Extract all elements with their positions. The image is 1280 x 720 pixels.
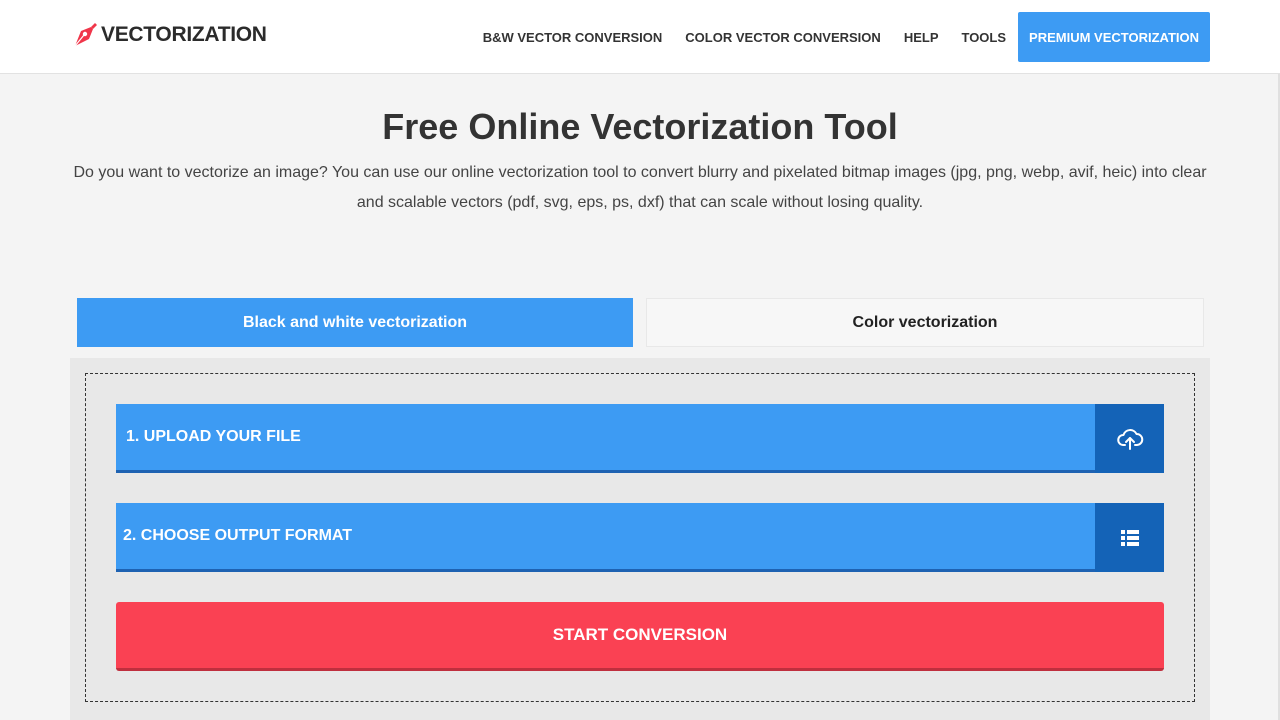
main-nav: B&W VECTOR CONVERSION COLOR VECTOR CONVE… [460, 12, 1210, 62]
tab-color[interactable]: Color vectorization [646, 298, 1204, 347]
upload-file-button[interactable]: 1. UPLOAD YOUR FILE [116, 404, 1164, 473]
nav-bw-vector-conversion[interactable]: B&W VECTOR CONVERSION [483, 30, 663, 45]
nav-tools[interactable]: TOOLS [961, 30, 1006, 45]
tab-black-and-white[interactable]: Black and white vectorization [77, 298, 633, 347]
file-dropzone[interactable]: 1. UPLOAD YOUR FILE 2. CHOOSE OUTPUT FOR… [85, 373, 1195, 702]
nav-premium-vectorization-button[interactable]: PREMIUM VECTORIZATION [1018, 12, 1210, 62]
list-icon [1095, 503, 1164, 572]
start-conversion-button[interactable]: START CONVERSION [116, 602, 1164, 671]
intro-text: Do you want to vectorize an image? You c… [73, 164, 1207, 211]
choose-output-format-label: 2. CHOOSE OUTPUT FORMAT [123, 527, 353, 544]
brand-logo[interactable]: VECTORIZATION [72, 21, 267, 49]
upload-file-label: 1. UPLOAD YOUR FILE [126, 428, 301, 445]
brand-name: VECTORIZATION [101, 23, 267, 46]
nav-help[interactable]: HELP [904, 30, 939, 45]
cloud-upload-icon [1095, 404, 1164, 473]
conversion-panel: 1. UPLOAD YOUR FILE 2. CHOOSE OUTPUT FOR… [70, 358, 1210, 720]
page-title: Free Online Vectorization Tool [382, 106, 898, 147]
pen-nib-logo-icon [74, 23, 97, 47]
nav-color-vector-conversion[interactable]: COLOR VECTOR CONVERSION [685, 30, 881, 45]
top-navbar: VECTORIZATION B&W VECTOR CONVERSION COLO… [0, 0, 1280, 74]
choose-output-format-button[interactable]: 2. CHOOSE OUTPUT FORMAT [116, 503, 1164, 572]
